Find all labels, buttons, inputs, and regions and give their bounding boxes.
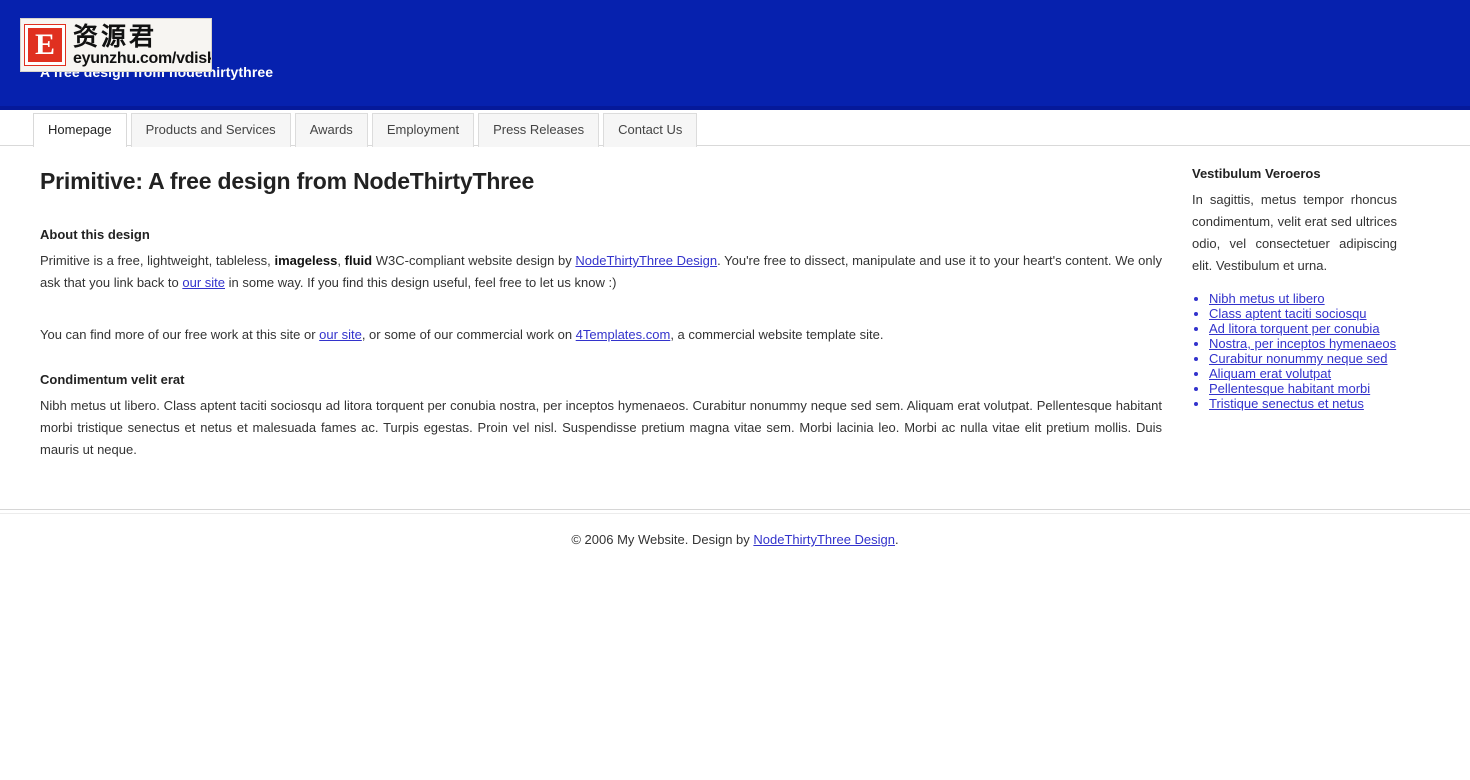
emphasis-imageless: imageless: [274, 253, 338, 268]
link-4templates[interactable]: 4Templates.com: [576, 327, 671, 342]
about-text-3: W3C-compliant website design by: [372, 253, 576, 268]
list-item[interactable]: Nibh metus ut libero: [1209, 291, 1397, 306]
sidebar-link-pellentesque[interactable]: Pellentesque habitant morbi: [1209, 381, 1370, 396]
sidebar-link-curabitur[interactable]: Curabitur nonummy neque sed: [1209, 351, 1388, 366]
footer-period: .: [895, 532, 899, 547]
nav-item-homepage[interactable]: Homepage: [33, 112, 131, 147]
sidebar-link-tristique[interactable]: Tristique senectus et netus: [1209, 396, 1364, 411]
site-header: A free design from nodethirtythree E 资源君…: [0, 0, 1470, 110]
section-heading-condimentum: Condimentum velit erat: [40, 372, 185, 387]
link-nodethirtythree-design[interactable]: NodeThirtyThree Design: [575, 253, 717, 268]
sidebar-link-nibh-metus[interactable]: Nibh metus ut libero: [1209, 291, 1325, 306]
site-footer: © 2006 My Website. Design by NodeThirtyT…: [0, 514, 1470, 547]
page-wrapper: Primitive: A free design from NodeThirty…: [0, 146, 1470, 475]
footer-divider: [0, 509, 1470, 510]
sidebar-link-ad-litora[interactable]: Ad litora torquent per conubia: [1209, 321, 1380, 336]
section-heading-about: About this design: [40, 227, 150, 242]
tab-employment[interactable]: Employment: [371, 113, 475, 147]
link-our-site-1[interactable]: our site: [182, 275, 225, 290]
nav-item-awards[interactable]: Awards: [294, 112, 372, 147]
logo-chinese-text: 资源君: [73, 21, 158, 51]
logo-url-text: eyunzhu.com/vdisk: [73, 49, 212, 67]
nav-list: Homepage Products and Services Awards Em…: [0, 110, 1470, 147]
footer-copyright-text: © 2006 My Website. Design by: [571, 532, 754, 547]
sidebar-link-nostra-inceptos[interactable]: Nostra, per inceptos hymenaeos: [1209, 336, 1396, 351]
sidebar: Vestibulum Veroeros In sagittis, metus t…: [1192, 146, 1397, 411]
tab-press-releases[interactable]: Press Releases: [478, 113, 600, 147]
about-text-1: Primitive is a free, lightweight, tablel…: [40, 253, 275, 268]
nav-item-products[interactable]: Products and Services: [130, 112, 295, 147]
sidebar-paragraph: In sagittis, metus tempor rhoncus condim…: [1192, 192, 1397, 273]
about-paragraph-2: You can find more of our free work at th…: [40, 324, 1162, 346]
about-text-5: in some way. If you find this design use…: [225, 275, 617, 290]
list-item[interactable]: Pellentesque habitant morbi: [1209, 381, 1397, 396]
list-item[interactable]: Tristique senectus et netus: [1209, 396, 1397, 411]
list-item[interactable]: Curabitur nonummy neque sed: [1209, 351, 1397, 366]
tab-products-and-services[interactable]: Products and Services: [130, 113, 291, 147]
main-navigation: Homepage Products and Services Awards Em…: [0, 110, 1470, 147]
freework-text-2: , or some of our commercial work on: [361, 327, 576, 342]
link-our-site-2[interactable]: our site: [319, 327, 362, 342]
list-item[interactable]: Ad litora torquent per conubia: [1209, 321, 1397, 336]
sidebar-link-aliquam[interactable]: Aliquam erat volutpat: [1209, 366, 1331, 381]
emphasis-fluid: fluid: [344, 253, 373, 268]
condimentum-paragraph: Nibh metus ut libero. Class aptent tacit…: [40, 398, 1162, 457]
list-item[interactable]: Nostra, per inceptos hymenaeos: [1209, 336, 1397, 351]
site-logo[interactable]: E 资源君 eyunzhu.com/vdisk: [20, 18, 212, 72]
nav-item-contact-us[interactable]: Contact Us: [603, 112, 701, 147]
about-text-2: ,: [337, 253, 345, 268]
sidebar-heading: Vestibulum Veroeros: [1192, 166, 1321, 181]
nav-item-employment[interactable]: Employment: [371, 112, 478, 147]
nav-item-press-releases[interactable]: Press Releases: [478, 112, 603, 147]
tab-homepage[interactable]: Homepage: [33, 113, 127, 147]
freework-text-1: You can find more of our free work at th…: [40, 327, 320, 342]
page-title: Primitive: A free design from NodeThirty…: [40, 168, 535, 194]
logo-e-icon: E: [24, 24, 66, 66]
freework-text-3: , a commercial website template site.: [670, 327, 884, 342]
tab-contact-us[interactable]: Contact Us: [603, 113, 698, 147]
sidebar-link-list: Nibh metus ut libero Class aptent taciti…: [1192, 291, 1397, 411]
sidebar-link-class-aptent[interactable]: Class aptent taciti sociosqu: [1209, 306, 1367, 321]
list-item[interactable]: Class aptent taciti sociosqu: [1209, 306, 1397, 321]
tab-awards[interactable]: Awards: [294, 113, 368, 147]
list-item[interactable]: Aliquam erat volutpat: [1209, 366, 1397, 381]
about-paragraph-1: Primitive is a free, lightweight, tablel…: [40, 250, 1162, 294]
footer-link-nodethirtythree[interactable]: NodeThirtyThree Design: [753, 532, 895, 547]
main-content: Primitive: A free design from NodeThirty…: [40, 146, 1192, 475]
logo-text-block: 资源君 eyunzhu.com/vdisk: [73, 21, 212, 67]
